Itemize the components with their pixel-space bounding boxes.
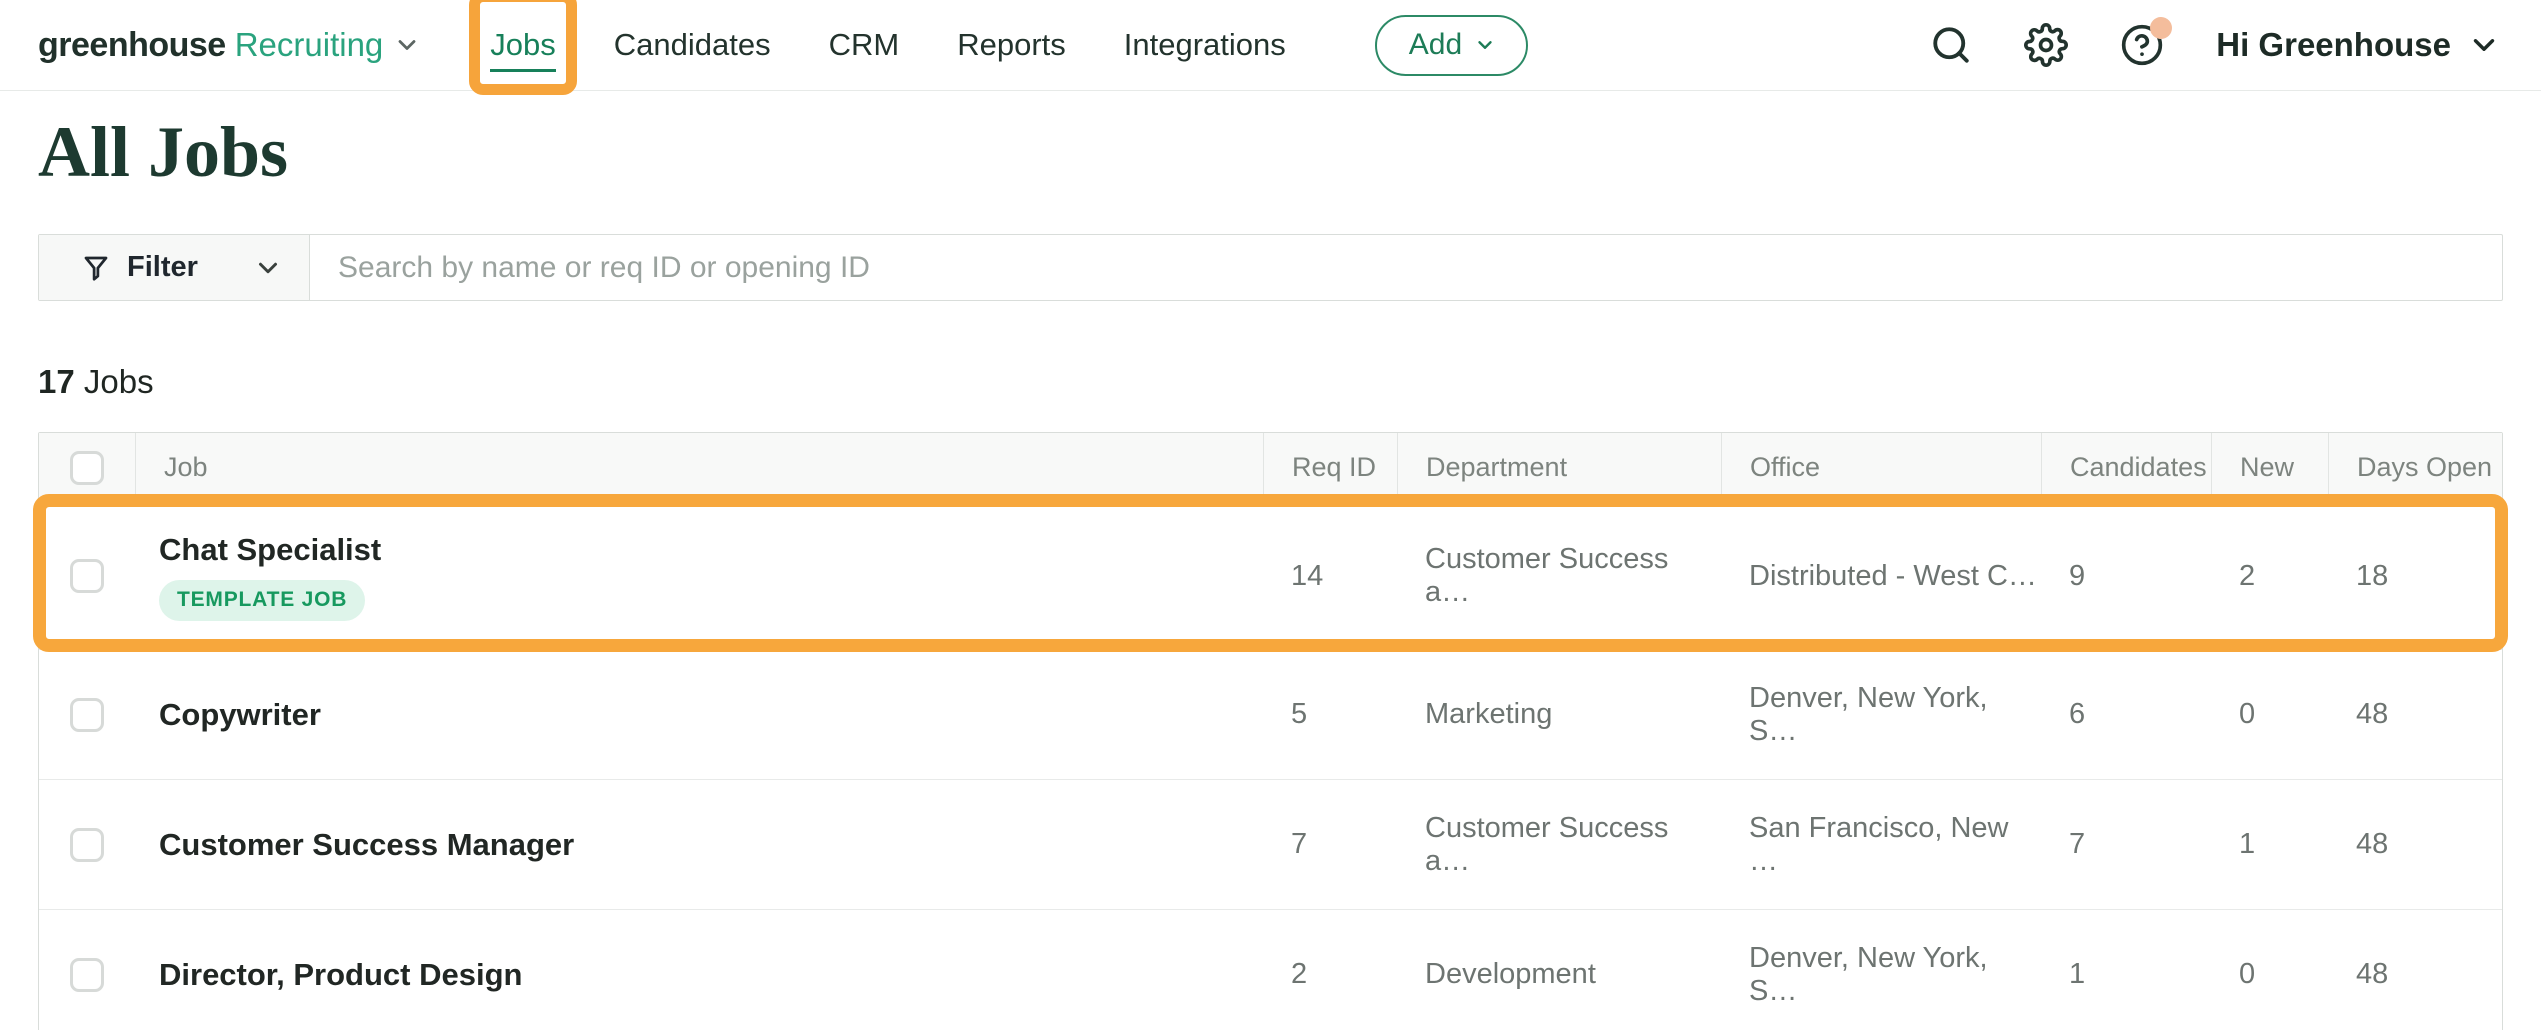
nav-item-label: Candidates [614,27,771,62]
logo-product-text: Recruiting [235,26,384,64]
nav-item-reports[interactable]: Reports [928,27,1095,63]
notification-dot [2150,17,2172,39]
department-cell: Customer Success a… [1397,543,1721,609]
template-job-badge: TEMPLATE JOB [159,580,365,621]
filter-search-bar: Filter [38,234,2503,301]
user-name: Hi Greenhouse [2216,26,2451,64]
chevron-down-icon [253,253,283,283]
department-cell: Marketing [1397,698,1721,731]
row-checkbox[interactable] [70,828,104,862]
req-id-cell: 7 [1263,828,1397,861]
chevron-down-icon [393,31,421,59]
row-checkbox-cell [39,958,135,992]
row-checkbox-cell [39,698,135,732]
nav-item-label: Jobs [490,27,555,72]
jobs-count: 17 Jobs [38,363,2541,401]
job-cell: Chat Specialist TEMPLATE JOB [135,532,1263,621]
page-title: All Jobs [38,111,2541,194]
days-open-cell: 18 [2328,560,2502,593]
department-cell: Customer Success a… [1397,812,1721,878]
row-checkbox[interactable] [70,698,104,732]
office-cell: San Francisco, New … [1721,812,2041,878]
job-name-link[interactable]: Customer Success Manager [159,827,574,863]
filter-button[interactable]: Filter [39,235,310,300]
department-cell: Development [1397,958,1721,991]
column-header-office: Office [1721,433,2041,502]
nav-item-label: CRM [829,27,900,62]
table-row[interactable]: Director, Product Design 2DevelopmentDenv… [39,909,2502,1030]
top-right-cluster: Hi Greenhouse [1930,23,2501,67]
chevron-down-icon [2467,28,2501,62]
jobs-count-label: Jobs [84,363,154,400]
office-cell: Denver, New York, S… [1721,682,2041,748]
user-menu[interactable]: Hi Greenhouse [2216,26,2501,64]
table-body: Chat SpecialistTEMPLATE JOB14Customer Su… [39,503,2502,1030]
add-button-label: Add [1409,28,1462,62]
nav-item-jobs[interactable]: Jobs [461,27,584,63]
new-cell: 0 [2211,958,2328,991]
candidates-cell: 1 [2041,958,2211,991]
column-header-new: New [2211,433,2328,502]
nav-item-label: Integrations [1124,27,1286,62]
job-cell: Customer Success Manager [135,827,1263,863]
req-id-cell: 2 [1263,958,1397,991]
chevron-down-icon [1474,34,1496,56]
nav-item-candidates[interactable]: Candidates [585,27,800,63]
row-checkbox-cell [39,828,135,862]
column-header-days-open: Days Open [2328,433,2502,502]
add-button[interactable]: Add [1375,15,1528,76]
greenhouse-recruiting-app: greenhouse Recruiting Jobs Candidates CRM R… [0,0,2541,1030]
job-name-link[interactable]: Director, Product Design [159,957,522,993]
gear-icon[interactable] [2024,23,2068,67]
jobs-table: JobReq IDDepartmentOfficeCandidatesNewDa… [38,432,2503,1030]
job-cell: Copywriter [135,697,1263,733]
greenhouse-logo[interactable]: greenhouse Recruiting [38,26,421,65]
nav-item-integrations[interactable]: Integrations [1095,27,1315,63]
days-open-cell: 48 [2328,698,2502,731]
top-navigation-bar: greenhouse Recruiting Jobs Candidates CRM R… [0,0,2541,91]
nav-item-label: Reports [957,27,1066,62]
candidates-cell: 6 [2041,698,2211,731]
filter-button-label: Filter [127,251,198,284]
days-open-cell: 48 [2328,828,2502,861]
table-row[interactable]: Chat Specialist TEMPLATE JOB 14Customer Su… [39,503,2502,649]
new-cell: 1 [2211,828,2328,861]
column-header-job: Job [135,433,1263,502]
new-cell: 2 [2211,560,2328,593]
table-header-row: JobReq IDDepartmentOfficeCandidatesNewDa… [39,433,2502,503]
job-name-link[interactable]: Chat Specialist [159,532,381,568]
candidates-cell: 7 [2041,828,2211,861]
jobs-search-input[interactable] [310,235,2502,300]
req-id-cell: 5 [1263,698,1397,731]
days-open-cell: 48 [2328,958,2502,991]
candidates-cell: 9 [2041,560,2211,593]
office-cell: Denver, New York, S… [1721,942,2041,1008]
row-checkbox[interactable] [70,958,104,992]
select-all-checkbox[interactable] [70,451,104,485]
table-row[interactable]: Copywriter 5MarketingDenver, New York, S…… [39,649,2502,779]
row-checkbox[interactable] [70,559,104,593]
column-header-candidates: Candidates [2041,433,2211,502]
logo-brand-text: greenhouse [38,26,226,65]
new-cell: 0 [2211,698,2328,731]
main-nav: Jobs Candidates CRM Reports Integrations [461,27,1314,63]
jobs-count-number: 17 [38,363,75,400]
column-header-department: Department [1397,433,1721,502]
row-checkbox-cell [39,559,135,593]
column-header-req-id: Req ID [1263,433,1397,502]
select-all-checkbox-cell [39,433,135,502]
table-row[interactable]: Customer Success Manager7Customer Succes… [39,779,2502,909]
req-id-cell: 14 [1263,560,1397,593]
help-circle-icon[interactable] [2120,23,2164,67]
search-icon[interactable] [1930,24,1972,66]
nav-item-crm[interactable]: CRM [800,27,929,63]
job-name-link[interactable]: Copywriter [159,697,321,733]
funnel-icon [81,253,111,283]
job-cell: Director, Product Design [135,957,1263,993]
office-cell: Distributed - West C… [1721,560,2041,593]
